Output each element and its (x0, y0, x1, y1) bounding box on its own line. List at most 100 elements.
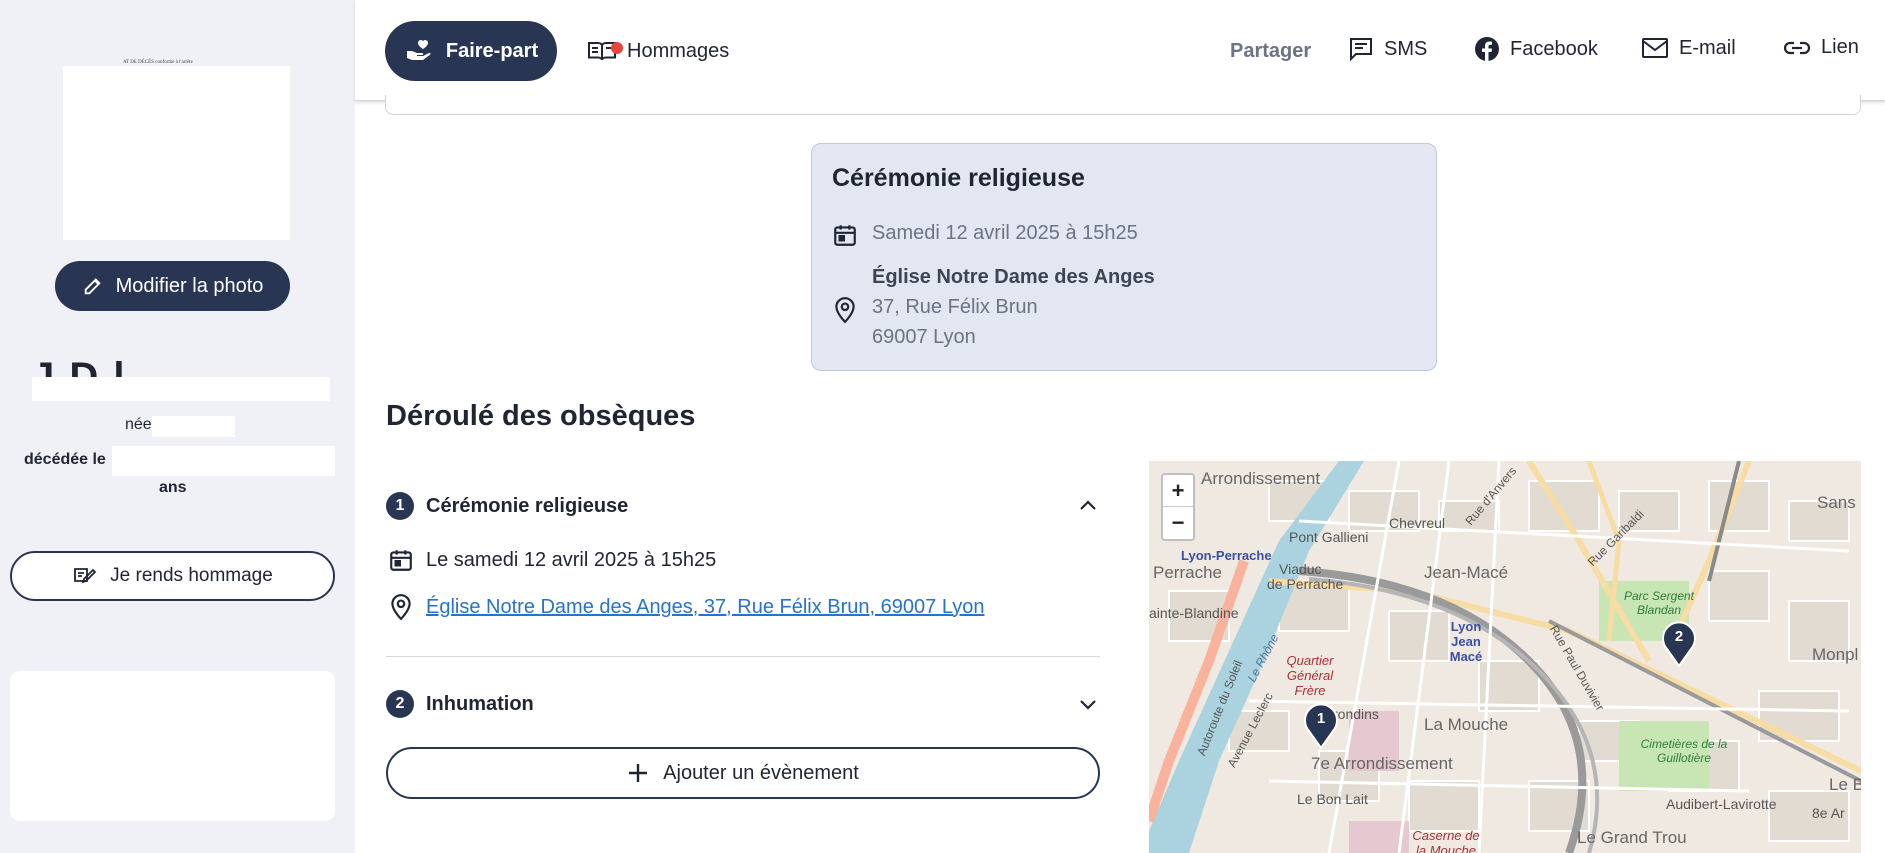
event-location-link[interactable]: Église Notre Dame des Anges, 37, Rue Fél… (426, 596, 984, 619)
message-icon (1350, 38, 1372, 62)
event-number: 2 (386, 690, 414, 718)
event-location: Église Notre Dame des Anges, 37, Rue Fél… (388, 593, 1100, 621)
map-label: La Mouche (1424, 715, 1509, 734)
chevron-down-icon[interactable] (1076, 692, 1100, 716)
event-item: 1 Cérémonie religieuse Le samedi 12 avri… (386, 491, 1100, 621)
share-label: Partager (1230, 40, 1312, 62)
map[interactable]: Arrondissement Pont Gallieni Chevreul Ly… (1149, 461, 1861, 853)
map-label: Lyon Jean Macé (1449, 619, 1483, 664)
died-redaction (112, 446, 335, 476)
notification-dot (611, 42, 623, 54)
previous-card-bottom (385, 95, 1861, 115)
mail-icon (1642, 38, 1668, 58)
location-pin-icon (391, 594, 411, 621)
event-header[interactable]: 1 Cérémonie religieuse (386, 491, 1100, 521)
map-label: Le Bon Lait (1297, 791, 1368, 807)
map-label: 7e Arrondissement (1311, 754, 1453, 773)
map-label: Perrache (1153, 563, 1222, 582)
tribute-button-label: Je rends hommage (110, 565, 273, 586)
map-label: Parc Sergent Blandan (1623, 589, 1695, 617)
ceremony-card-date-text: Samedi 12 avril 2025 à 15h25 (872, 222, 1138, 244)
sidebar-card (10, 671, 335, 821)
died-label: décédée le (24, 451, 106, 468)
tab-faire-part-label: Faire-part (445, 39, 539, 62)
tribute-button[interactable]: Je rends hommage (10, 551, 335, 601)
share-facebook[interactable]: Facebook (1474, 36, 1598, 62)
chevron-up-icon[interactable] (1076, 494, 1100, 518)
event-title: Cérémonie religieuse (426, 494, 629, 517)
map-label: Monpl (1812, 645, 1859, 664)
add-event-button[interactable]: Ajouter un évènement (386, 747, 1100, 799)
map-label: Arrondissement (1201, 469, 1321, 488)
map-label: Sans S (1817, 493, 1861, 512)
share-email[interactable]: E-mail (1641, 36, 1736, 60)
ceremony-card-place: Église Notre Dame des Anges 37, Rue Féli… (832, 262, 1155, 352)
map-label: Quartier Général Frère (1286, 653, 1334, 698)
map-label: Le Grand Trou (1577, 828, 1687, 847)
share-email-label: E-mail (1679, 36, 1736, 59)
sidebar: AT DE DÉCÈS conforme à l'arrête Modifier… (0, 0, 355, 853)
calendar-icon (390, 550, 412, 571)
ceremony-card-address-line2: 69007 Lyon (872, 326, 976, 348)
ceremony-card-date: Samedi 12 avril 2025 à 15h25 (832, 222, 1138, 248)
event-date-text: Le samedi 12 avril 2025 à 15h25 (426, 548, 717, 571)
tab-hommages[interactable]: Hommages (587, 30, 729, 72)
born-redaction (152, 416, 235, 437)
calendar-icon (834, 225, 856, 246)
ceremony-card-title: Cérémonie religieuse (832, 164, 1085, 192)
ceremony-card-place-name: Église Notre Dame des Anges (872, 266, 1155, 288)
event-date: Le samedi 12 avril 2025 à 15h25 (388, 547, 1100, 573)
event-divider (386, 656, 1100, 657)
map-label: Le B (1829, 775, 1861, 794)
born-label: née (125, 416, 152, 433)
tab-hommages-label: Hommages (627, 39, 730, 62)
event-item: 2 Inhumation (386, 689, 1100, 719)
top-navigation: Faire-part Hommages Partager SMS Faceboo… (355, 0, 1885, 101)
map-label: Viaduc (1279, 561, 1322, 577)
deceased-photo (63, 66, 290, 240)
age-label: ans (159, 479, 187, 496)
write-tribute-icon (74, 568, 97, 584)
ceremony-card-address-line1: 37, Rue Félix Brun (872, 296, 1038, 318)
map-label: Audibert-Lavirotte (1666, 796, 1777, 812)
map-marker-1[interactable]: 1 (1303, 703, 1339, 750)
plus-icon (629, 764, 648, 782)
event-title: Inhumation (426, 692, 534, 715)
facebook-icon (1475, 37, 1499, 61)
event-number: 1 (386, 492, 414, 520)
map-label: Caserne de la Mouche (1412, 828, 1480, 853)
edit-photo-button[interactable]: Modifier la photo (55, 261, 290, 311)
map-label: Lyon-Perrache (1181, 548, 1272, 563)
hand-heart-icon (406, 40, 431, 60)
map-label: de Perrache (1267, 576, 1344, 592)
name-redaction (32, 377, 330, 401)
event-header[interactable]: 2 Inhumation (386, 689, 1100, 719)
map-label: Cimetières de la Guillotière (1640, 737, 1728, 765)
map-label: ainte-Blandine (1149, 605, 1239, 621)
previous-section-edge (355, 95, 1885, 115)
map-label: Jean-Macé (1424, 563, 1509, 582)
location-pin-icon (835, 297, 855, 324)
deceased-name: J D l (32, 355, 330, 401)
map-zoom-control: + − (1161, 473, 1195, 541)
share-link-label: Lien (1821, 36, 1859, 58)
share-sms[interactable]: SMS (1348, 36, 1427, 62)
tab-faire-part[interactable]: Faire-part (385, 21, 557, 81)
share-facebook-label: Facebook (1510, 37, 1598, 60)
obseques-title: Déroulé des obsèques (386, 400, 696, 432)
ceremony-card: Cérémonie religieuse Samedi 12 avril 202… (811, 143, 1437, 371)
pencil-icon (84, 278, 101, 295)
link-icon (1783, 41, 1811, 54)
zoom-in-button[interactable]: + (1163, 475, 1193, 507)
zoom-out-button[interactable]: − (1163, 507, 1193, 539)
marker-number: 2 (1674, 628, 1684, 645)
share-link[interactable]: Lien (1783, 36, 1859, 59)
marker-number: 1 (1316, 710, 1326, 727)
photo-caption: AT DE DÉCÈS conforme à l'arrête (123, 60, 193, 65)
map-label: 8e Ar (1812, 805, 1845, 821)
map-label: Chevreul (1389, 515, 1446, 531)
add-event-label: Ajouter un évènement (663, 761, 859, 784)
share-sms-label: SMS (1384, 37, 1428, 60)
map-label: Pont Gallieni (1289, 529, 1369, 545)
map-marker-2[interactable]: 2 (1661, 621, 1697, 668)
